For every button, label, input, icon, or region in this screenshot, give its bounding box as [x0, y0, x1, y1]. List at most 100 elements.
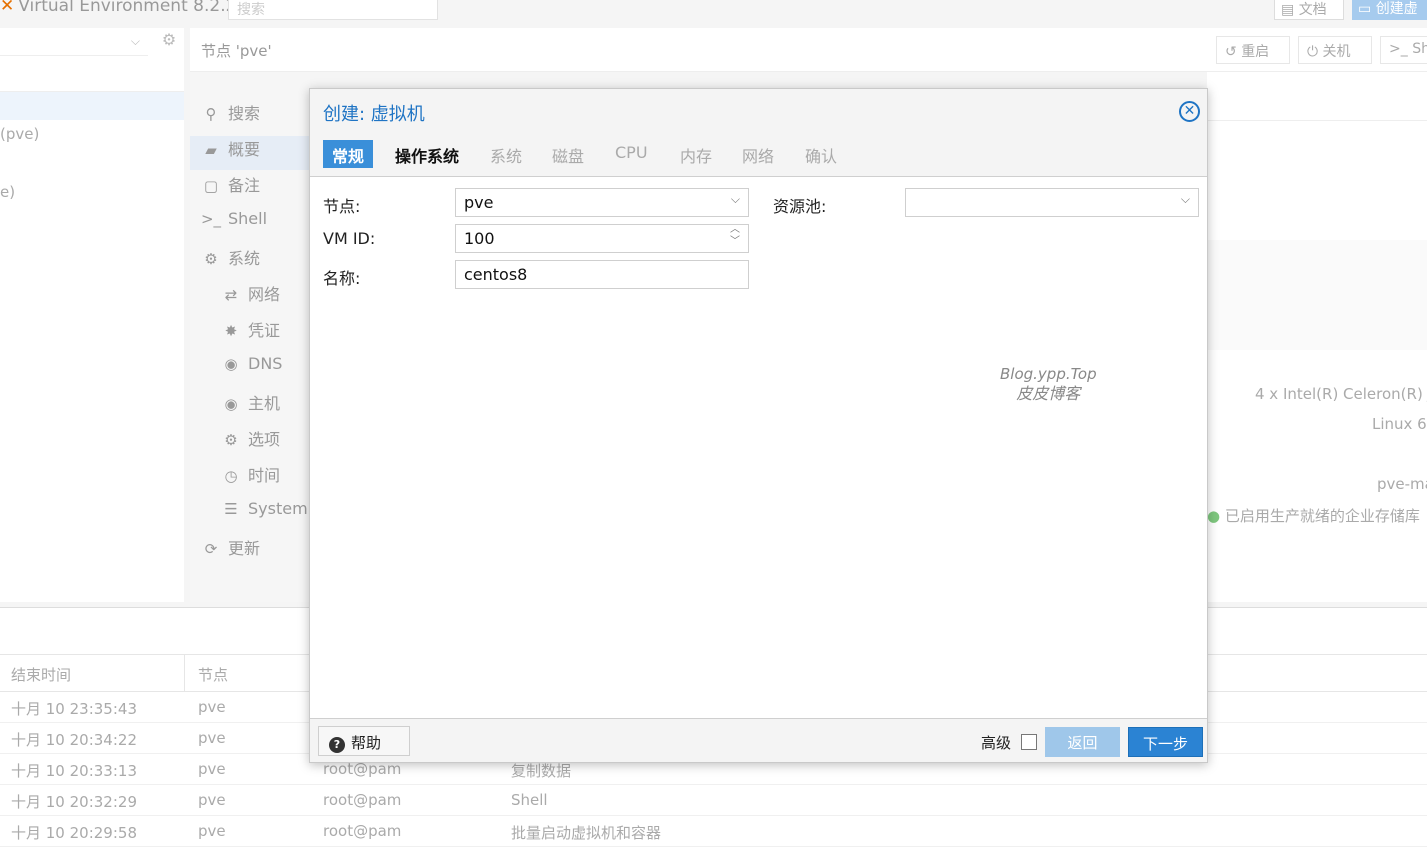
globe-icon: ◉: [224, 395, 238, 413]
cell-end-time: 十月 10 20:29:58: [11, 824, 137, 842]
tree-filter[interactable]: [0, 64, 184, 92]
table-row[interactable]: 十月 10 20:29:58 pve root@pam 批量启动虚拟机和容器: [0, 816, 1427, 847]
pool-label: 资源池:: [773, 197, 827, 216]
menu-item-label: 选项: [248, 430, 281, 449]
create-vm-dialog: 创建: 虚拟机 ✕ 常规 操作系统 系统 磁盘 CPU 内存 网络 确认 节点:…: [309, 88, 1208, 763]
pool-select[interactable]: ⌵: [905, 188, 1199, 217]
menu-item-notes[interactable]: ▢ 备注: [200, 172, 320, 206]
tab-general[interactable]: 常规: [323, 140, 374, 168]
docs-label: 文档: [1298, 2, 1327, 18]
view-selector[interactable]: ⌵: [0, 28, 148, 56]
vmid-input[interactable]: 100 ︿ ﹀: [455, 224, 749, 253]
undo-icon: ↺: [1225, 44, 1242, 60]
chevron-down-icon[interactable]: ⌵: [1181, 192, 1190, 207]
name-input[interactable]: centos8: [455, 260, 749, 289]
tab-network[interactable]: 网络: [733, 140, 783, 168]
global-search-input[interactable]: 搜索: [228, 0, 438, 20]
table-row[interactable]: 十月 10 20:32:29 pve root@pam Shell: [0, 785, 1427, 816]
divider: [1207, 120, 1427, 121]
reboot-button[interactable]: ↺ 重启: [1216, 36, 1290, 64]
vmid-value: 100: [464, 229, 495, 248]
tab-os[interactable]: 操作系统: [386, 140, 468, 168]
cell-description: 复制数据: [511, 762, 572, 780]
page-title: 节点 'pve': [201, 42, 272, 60]
top-header: ✕ Virtual Environment 8.2.2 搜索 ▤ 文档 ▭ 创建虚: [0, 0, 1427, 26]
check-circle-icon: ●: [1207, 507, 1225, 525]
shutdown-button[interactable]: ⏻ 关机: [1298, 36, 1372, 64]
cell-description: Shell: [511, 791, 548, 809]
tree-item-node[interactable]: (pve): [0, 125, 39, 143]
menu-item-search[interactable]: ⚲ 搜索: [200, 100, 320, 134]
node-toolbar: 节点 'pve' ↺ 重启 ⏻ 关机 >_ Sh: [190, 28, 1427, 72]
globe-icon: ◉: [224, 355, 238, 373]
chevron-down-icon[interactable]: ⌵: [731, 192, 740, 207]
tab-system[interactable]: 系统: [481, 140, 531, 168]
watermark-line2: 皮皮博客: [1016, 384, 1081, 403]
kernel-value: Linux 6: [1372, 415, 1427, 433]
advanced-checkbox[interactable]: [1021, 734, 1037, 750]
menu-item-label: 搜索: [228, 104, 261, 123]
menu-item-system[interactable]: ⚙ 系统: [200, 245, 320, 279]
power-icon: ⏻: [1307, 44, 1323, 60]
node-select-value: pve: [464, 193, 494, 212]
list-icon: ☰: [224, 500, 238, 518]
dialog-footer: ? 帮助 高级 返回 下一步: [310, 718, 1207, 762]
cell-node: pve: [198, 698, 226, 716]
name-label: 名称:: [323, 269, 361, 288]
book-icon: ▰: [205, 141, 217, 159]
spinner-icon[interactable]: ︿ ﹀: [730, 224, 740, 248]
help-button[interactable]: ? 帮助: [318, 726, 410, 756]
name-value: centos8: [464, 265, 528, 284]
exchange-icon: ⇄: [224, 286, 238, 304]
column-divider: [184, 655, 185, 691]
cell-node: pve: [198, 791, 226, 809]
close-icon[interactable]: ✕: [1179, 101, 1200, 122]
gear-icon[interactable]: ⚙: [157, 30, 181, 54]
help-label: 帮助: [351, 734, 382, 752]
menu-item-label: 网络: [248, 285, 281, 304]
tab-cpu[interactable]: CPU: [606, 140, 657, 168]
clock-icon: ◷: [224, 467, 238, 485]
docs-button[interactable]: ▤ 文档: [1274, 0, 1344, 20]
question-icon: ?: [329, 737, 345, 753]
watermark-line1: Blog.ypp.Top: [1000, 365, 1097, 383]
menu-item-label: 更新: [228, 539, 261, 558]
book-icon: ▤: [1281, 2, 1299, 18]
menu-item-label: 概要: [228, 140, 261, 159]
tab-disks[interactable]: 磁盘: [543, 140, 593, 168]
menu-item-summary[interactable]: ▰ 概要: [190, 136, 310, 170]
node-select[interactable]: pve ⌵: [455, 188, 749, 217]
tab-confirm[interactable]: 确认: [796, 140, 846, 168]
watermark: Blog.ypp.Top 皮皮博客: [1000, 364, 1097, 404]
node-menu: ⚲ 搜索 ▰ 概要 ▢ 备注 >_ Shell ⚙ 系统 ⇄ 网络 ✸ 凭证 ◉ DNS ◉ 主机…: [190, 72, 310, 602]
resource-tree-panel: ⌵ ⚙ (pve) e): [0, 28, 184, 602]
cell-description: 批量启动虚拟机和容器: [511, 824, 662, 842]
back-button[interactable]: 返回: [1045, 727, 1120, 757]
advanced-label: 高级: [981, 734, 1012, 752]
next-button[interactable]: 下一步: [1128, 727, 1203, 757]
column-end-time[interactable]: 结束时间: [11, 664, 71, 685]
terminal-icon: >_: [1389, 41, 1413, 57]
cell-node: pve: [198, 729, 226, 747]
tree-item-storage[interactable]: e): [0, 183, 15, 201]
summary-block: [1207, 240, 1427, 350]
create-vm-label: 创建虚: [1375, 1, 1418, 17]
create-vm-button[interactable]: ▭ 创建虚: [1352, 0, 1427, 20]
certificate-icon: ✸: [224, 322, 238, 340]
repo-status-text: 已启用生产就绪的企业存储库: [1224, 507, 1420, 525]
shell-button[interactable]: >_ Sh: [1380, 36, 1427, 64]
repo-status: ● 已启用生产就绪的企业存储库: [1207, 505, 1420, 526]
menu-item-updates[interactable]: ⟳ 更新: [200, 535, 320, 569]
gear-icon: ⚙: [224, 431, 238, 449]
menu-item-shell[interactable]: >_ Shell: [200, 209, 320, 243]
refresh-icon: ⟳: [204, 540, 218, 558]
tab-memory[interactable]: 内存: [671, 140, 721, 168]
note-icon: ▢: [203, 177, 219, 195]
reboot-label: 重启: [1241, 44, 1270, 60]
tree-selected-row[interactable]: [0, 92, 184, 120]
column-node[interactable]: 节点: [198, 664, 228, 685]
menu-item-label: 备注: [228, 176, 261, 195]
gears-icon: ⚙: [204, 250, 218, 268]
menu-item-label: Shell: [228, 209, 268, 228]
menu-item-label: 主机: [248, 394, 281, 413]
